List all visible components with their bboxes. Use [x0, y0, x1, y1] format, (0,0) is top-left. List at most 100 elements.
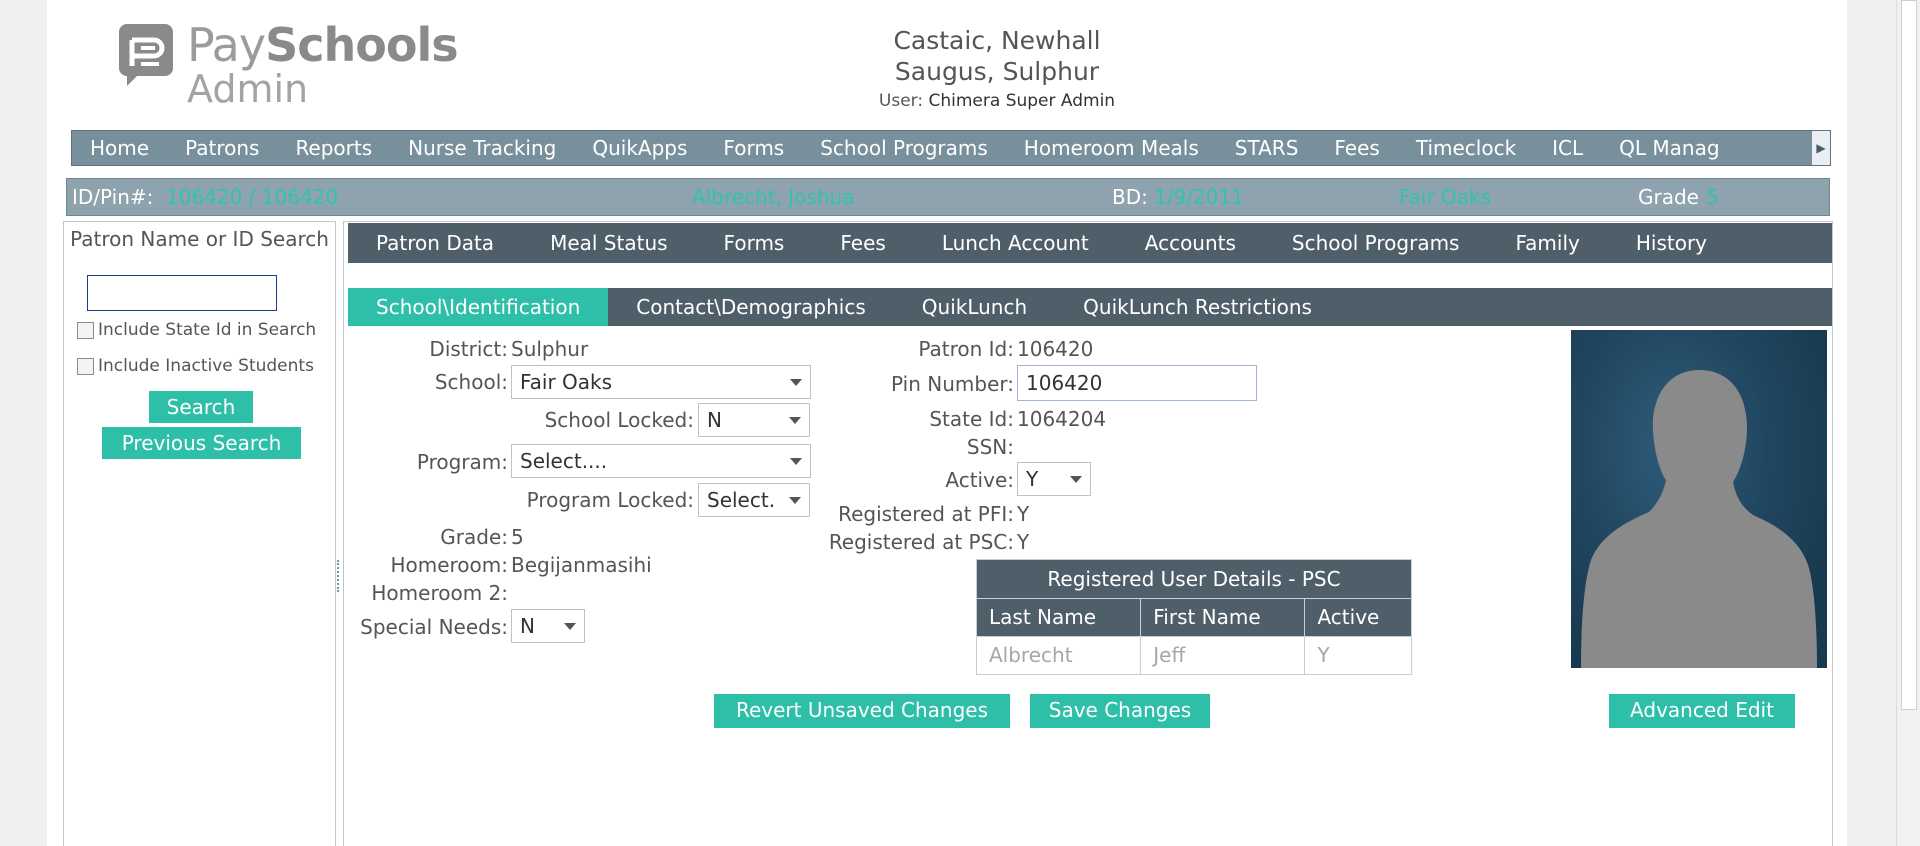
- districts-line-1: Castaic, Newhall: [893, 26, 1101, 55]
- grade-value: 5: [1706, 185, 1719, 209]
- tab-contact-demographics[interactable]: Contact\Demographics: [608, 288, 894, 326]
- nav-stars[interactable]: STARS: [1217, 131, 1317, 165]
- bd-label: BD:: [1112, 185, 1148, 209]
- previous-search-button[interactable]: Previous Search: [102, 427, 301, 459]
- table-cell: Albrecht: [977, 636, 1142, 674]
- patron-id-field-label: Patron Id:: [918, 337, 1014, 361]
- patron-bar: ID/Pin#: 106420 / 106420 Albrecht, Joshu…: [66, 178, 1830, 216]
- nav-home[interactable]: Home: [72, 131, 167, 165]
- nav-timeclock[interactable]: Timeclock: [1398, 131, 1534, 165]
- tab-forms[interactable]: Forms: [696, 223, 813, 263]
- active-select-value: Y: [1026, 467, 1039, 491]
- grade-label: Grade: [1638, 185, 1699, 209]
- checkbox-box[interactable]: [77, 357, 94, 375]
- patron-id-label: ID/Pin#:: [72, 185, 154, 209]
- districts-line-2: Saugus, Sulphur: [894, 57, 1100, 86]
- column-header: Active: [1305, 598, 1411, 636]
- nav-reports[interactable]: Reports: [277, 131, 390, 165]
- bd-value: 1/9/2011: [1154, 185, 1244, 209]
- nav-icl[interactable]: ICL: [1534, 131, 1601, 165]
- tab-family[interactable]: Family: [1487, 223, 1607, 263]
- tab-history[interactable]: History: [1608, 223, 1735, 263]
- special-needs-select[interactable]: N: [511, 609, 585, 643]
- school-locked-value: N: [707, 408, 722, 432]
- nav-nurse-tracking[interactable]: Nurse Tracking: [390, 131, 574, 165]
- panel-splitter-handle[interactable]: [337, 560, 341, 592]
- patron-content: Patron Data Meal Status Forms Fees Lunch Acc…: [343, 221, 1833, 846]
- table-cell: Y: [1305, 636, 1411, 674]
- revert-unsaved-changes-button[interactable]: Revert Unsaved Changes: [714, 694, 1010, 728]
- program-select-value: Select....: [520, 449, 608, 473]
- table-cell: Jeff: [1141, 636, 1306, 674]
- registered-pfi-value: Y: [1017, 502, 1030, 526]
- program-label: Program:: [416, 450, 508, 474]
- advanced-edit-button[interactable]: Advanced Edit: [1609, 694, 1795, 728]
- include-inactive-checkbox[interactable]: Include Inactive Students: [77, 356, 314, 376]
- ssn-label: SSN:: [966, 435, 1014, 459]
- logo-admin: Admin: [187, 67, 309, 111]
- include-state-id-label: Include State Id in Search: [98, 320, 317, 340]
- nav-school-programs[interactable]: School Programs: [802, 131, 1006, 165]
- patron-school: Fair Oaks: [1399, 185, 1492, 209]
- active-select[interactable]: Y: [1017, 462, 1091, 496]
- registered-psc-value: Y: [1017, 530, 1030, 554]
- save-changes-button[interactable]: Save Changes: [1030, 694, 1210, 728]
- tab-school-programs[interactable]: School Programs: [1264, 223, 1488, 263]
- tab-meal-status[interactable]: Meal Status: [522, 223, 695, 263]
- registered-user-table: Registered User Details - PSC Last Name …: [976, 559, 1412, 675]
- patron-name: Albrecht, Joshua: [692, 185, 855, 209]
- nav-ql-manager[interactable]: QL Manag: [1601, 131, 1737, 165]
- payschools-logo[interactable]: PaySchools Admin: [117, 22, 459, 111]
- homeroom2-label: Homeroom 2:: [371, 581, 508, 605]
- nav-quikapps[interactable]: QuikApps: [574, 131, 705, 165]
- person-silhouette-icon: [1581, 370, 1817, 668]
- tab-patron-data[interactable]: Patron Data: [348, 223, 522, 263]
- patron-search-input[interactable]: [87, 275, 277, 311]
- secondary-tabs: School\Identification Contact\Demographic…: [348, 288, 1832, 326]
- include-state-id-checkbox[interactable]: Include State Id in Search: [77, 320, 316, 340]
- search-title: Patron Name or ID Search: [70, 227, 329, 251]
- grade-field-label: Grade:: [440, 525, 508, 549]
- vertical-scrollbar[interactable]: [1896, 0, 1920, 846]
- nav-fees[interactable]: Fees: [1316, 131, 1397, 165]
- column-header: First Name: [1141, 598, 1306, 636]
- nav-homeroom-meals[interactable]: Homeroom Meals: [1006, 131, 1217, 165]
- chevron-down-icon: [1070, 476, 1082, 483]
- logo-pay: Pay: [187, 18, 266, 72]
- district-value: Sulphur: [511, 337, 589, 361]
- school-select-value: Fair Oaks: [520, 370, 613, 394]
- patron-id-value: 106420 / 106420: [166, 185, 339, 209]
- chevron-down-icon: [564, 623, 576, 630]
- tab-quiklunch-restrictions[interactable]: QuikLunch Restrictions: [1055, 288, 1340, 326]
- program-locked-label: Program Locked:: [526, 488, 694, 512]
- table-row[interactable]: Albrecht Jeff Y: [977, 636, 1411, 674]
- tab-lunch-account[interactable]: Lunch Account: [914, 223, 1117, 263]
- patron-search-panel: Patron Name or ID Search Include State I…: [63, 221, 336, 846]
- tab-fees[interactable]: Fees: [812, 223, 913, 263]
- special-needs-label: Special Needs:: [360, 615, 508, 639]
- homeroom-label: Homeroom:: [390, 553, 508, 577]
- header-info: Castaic, Newhall Saugus, Sulphur User: C…: [827, 25, 1167, 111]
- state-id-label: State Id:: [929, 407, 1014, 431]
- pin-number-input[interactable]: 106420: [1017, 365, 1257, 401]
- patron-id-field-value: 106420: [1017, 337, 1094, 361]
- pin-number-label: Pin Number:: [891, 372, 1014, 396]
- chevron-down-icon: [790, 458, 802, 465]
- tab-school-identification[interactable]: School\Identification: [348, 288, 609, 326]
- active-label: Active:: [945, 468, 1014, 492]
- main-nav: Home Patrons Reports Nurse Tracking QuikApps…: [71, 130, 1831, 166]
- homeroom-value: Begijanmasihi: [511, 553, 652, 577]
- payschools-logo-icon: [117, 22, 175, 86]
- school-locked-label: School Locked:: [544, 408, 694, 432]
- tab-quiklunch[interactable]: QuikLunch: [894, 288, 1055, 326]
- nav-scroll-right-icon[interactable]: ▶: [1812, 131, 1830, 165]
- tab-accounts[interactable]: Accounts: [1117, 223, 1264, 263]
- search-button[interactable]: Search: [149, 391, 253, 423]
- scrollbar-thumb[interactable]: [1901, 0, 1917, 710]
- state-id-value: 1064204: [1017, 407, 1107, 431]
- nav-forms[interactable]: Forms: [705, 131, 802, 165]
- school-label: School:: [434, 370, 508, 394]
- table-header-row: Last Name First Name Active: [977, 598, 1411, 636]
- nav-patrons[interactable]: Patrons: [167, 131, 277, 165]
- checkbox-box[interactable]: [77, 321, 94, 339]
